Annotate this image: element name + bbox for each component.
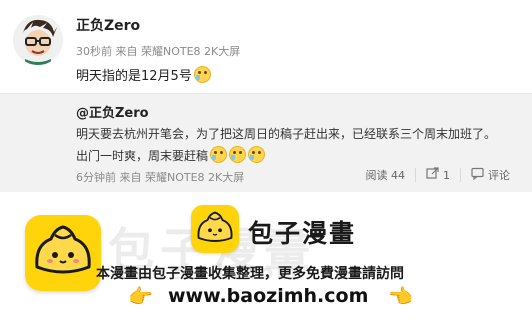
repost-icon — [426, 167, 439, 183]
post-text-content: 明天指的是12月5号 — [76, 69, 192, 84]
repost-block[interactable]: @正负Zero 明天要去杭州开笔会，为了把这周日的稿子赶出来，已经联系三个周末加… — [0, 93, 532, 193]
avatar[interactable] — [13, 15, 63, 65]
site-url-link[interactable]: www.baozimh.com — [168, 285, 368, 307]
repost-text-line2: 出门一时爽，周末要赶稿 — [76, 146, 266, 164]
reads-label: 阅读 44 — [365, 169, 406, 182]
notice-text: 本漫畫由包子漫畫收集整理，更多免費漫畫請訪問 — [96, 266, 404, 282]
post-meta: 30秒前 来自 荣耀NOTE8 2K大屏 — [76, 45, 241, 58]
comment-label: 评论 — [488, 169, 510, 182]
site-watermark-banner: 包子漫畫 baozimh.com 包子漫畫 本漫畫由包子漫畫收集整理，更多免費漫… — [0, 192, 532, 323]
repost-text-line2-content: 出门一时爽，周末要赶稿 — [76, 149, 209, 163]
cry-emoji-icon — [229, 146, 247, 163]
hand-pointer-icon: 👈 — [388, 284, 413, 308]
repost-author[interactable]: @正负Zero — [76, 102, 149, 121]
reads-stat: 阅读 44 — [356, 167, 416, 183]
brand-name: 包子漫畫 — [248, 219, 357, 248]
post-username[interactable]: 正负Zero — [76, 15, 140, 35]
repost-text-line1: 明天要去杭州开笔会，为了把这周日的稿子赶出来，已经联系三个周末加班了。 — [76, 127, 497, 141]
hand-pointer-icon: 👉 — [128, 284, 153, 308]
comment-icon — [471, 167, 484, 183]
repost-button[interactable]: 1 — [416, 167, 460, 183]
repost-count: 1 — [443, 168, 450, 182]
comment-button[interactable]: 评论 — [461, 167, 520, 183]
cry-emoji-icon — [193, 66, 211, 83]
post-text: 明天指的是12月5号 — [76, 65, 211, 84]
repost-stats: 阅读 44 1 评论 — [356, 167, 521, 183]
cry-emoji-icon — [210, 146, 228, 163]
cry-emoji-icon — [248, 146, 266, 163]
bun-logo-icon — [25, 215, 101, 291]
repost-meta: 6分钟前 来自 荣耀NOTE8 2K大屏 — [76, 171, 245, 184]
bun-logo-small-icon — [191, 205, 239, 253]
weibo-post: 正负Zero 30秒前 来自 荣耀NOTE8 2K大屏 明天指的是12月5号 — [0, 0, 532, 92]
